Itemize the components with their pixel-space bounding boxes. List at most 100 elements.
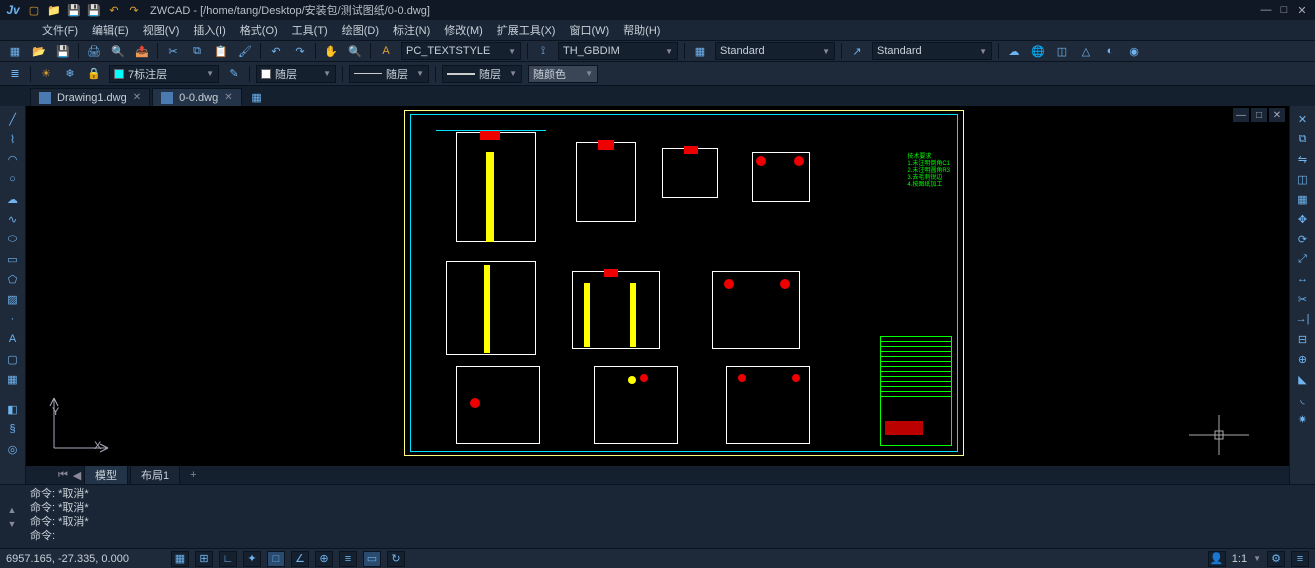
cloud-icon[interactable]: ☁ bbox=[1005, 42, 1023, 60]
rotate-tool-icon[interactable]: ⟳ bbox=[1293, 230, 1313, 248]
lineweight-combo[interactable]: 随层 ▼ bbox=[442, 65, 522, 83]
menu-extend[interactable]: 扩展工具(X) bbox=[491, 20, 562, 40]
arc-tool-icon[interactable]: ◠ bbox=[3, 150, 23, 168]
menu-dimension[interactable]: 标注(N) bbox=[387, 20, 436, 40]
donut-tool-icon[interactable]: ◎ bbox=[3, 440, 23, 458]
menu-window[interactable]: 窗口(W) bbox=[563, 20, 615, 40]
ellipse-tool-icon[interactable]: ⬭ bbox=[3, 230, 23, 248]
helix-tool-icon[interactable]: § bbox=[3, 420, 23, 438]
hatch-tool-icon[interactable]: ▨ bbox=[3, 290, 23, 308]
chevron-down-icon[interactable]: ▼ bbox=[1253, 554, 1261, 563]
erase-tool-icon[interactable]: ✕ bbox=[1293, 110, 1313, 128]
array-tool-icon[interactable]: ▦ bbox=[1293, 190, 1313, 208]
layout-tab-layout1[interactable]: 布局1 bbox=[130, 464, 180, 486]
menu-draw[interactable]: 绘图(D) bbox=[336, 20, 385, 40]
model-toggle-icon[interactable]: ▭ bbox=[363, 551, 381, 567]
doc-tab-0-0[interactable]: 0-0.dwg ✕ bbox=[152, 88, 242, 106]
layer-state-icon[interactable]: ☀ bbox=[37, 65, 55, 83]
annotation-scale-icon[interactable]: 👤 bbox=[1208, 551, 1226, 567]
menu-edit[interactable]: 编辑(E) bbox=[86, 20, 135, 40]
doc-tab-drawing1[interactable]: Drawing1.dwg ✕ bbox=[30, 88, 150, 106]
qat-save-icon[interactable]: 💾 bbox=[66, 2, 82, 18]
open-file-icon[interactable]: 📂 bbox=[30, 42, 48, 60]
layer-combo[interactable]: 7标注层 ▼ bbox=[109, 65, 219, 83]
hide-icon[interactable]: △ bbox=[1077, 42, 1095, 60]
move-tool-icon[interactable]: ✥ bbox=[1293, 210, 1313, 228]
menu-format[interactable]: 格式(O) bbox=[234, 20, 284, 40]
wireframe-icon[interactable]: ◫ bbox=[1053, 42, 1071, 60]
publish-icon[interactable]: 📤 bbox=[133, 42, 151, 60]
layout-tab-model[interactable]: 模型 bbox=[84, 464, 128, 486]
table-tool-icon[interactable]: ▦ bbox=[3, 370, 23, 388]
qat-undo-icon[interactable]: ↶ bbox=[106, 2, 122, 18]
paste-icon[interactable]: 📋 bbox=[212, 42, 230, 60]
minimize-button[interactable]: — bbox=[1257, 2, 1275, 18]
plotstyle-combo[interactable]: 随颜色 ▼ bbox=[528, 65, 598, 83]
menu-insert[interactable]: 插入(I) bbox=[187, 20, 231, 40]
chamfer-tool-icon[interactable]: ◣ bbox=[1293, 370, 1313, 388]
layer-freeze-icon[interactable]: ❄ bbox=[61, 65, 79, 83]
cmd-scroll-up-icon[interactable]: ▲ bbox=[5, 504, 19, 516]
drawing-viewport[interactable]: — □ ✕ bbox=[26, 106, 1289, 466]
tablestyle-combo[interactable]: Standard ▼ bbox=[715, 42, 835, 60]
break-tool-icon[interactable]: ⊟ bbox=[1293, 330, 1313, 348]
join-tool-icon[interactable]: ⊕ bbox=[1293, 350, 1313, 368]
viewport-minimize-icon[interactable]: — bbox=[1233, 108, 1249, 122]
menu-view[interactable]: 视图(V) bbox=[137, 20, 186, 40]
layout-nav-first-icon[interactable]: ⏮ bbox=[56, 468, 70, 482]
polar-toggle-icon[interactable]: ✦ bbox=[243, 551, 261, 567]
shade-icon[interactable]: ◐ bbox=[1101, 42, 1119, 60]
menu-modify[interactable]: 修改(M) bbox=[438, 20, 489, 40]
grid-toggle-icon[interactable]: ▦ bbox=[171, 551, 189, 567]
snap-toggle-icon[interactable]: ⊞ bbox=[195, 551, 213, 567]
textstyle-icon[interactable]: A bbox=[377, 42, 395, 60]
text-tool-icon[interactable]: A bbox=[3, 330, 23, 348]
textstyle-combo[interactable]: PC_TEXTSTYLE ▼ bbox=[401, 42, 521, 60]
mleader-icon[interactable]: ↗ bbox=[848, 42, 866, 60]
polygon-tool-icon[interactable]: ⬠ bbox=[3, 270, 23, 288]
menu-help[interactable]: 帮助(H) bbox=[617, 20, 666, 40]
undo2-icon[interactable]: ↶ bbox=[267, 42, 285, 60]
layer-tool-icon[interactable]: ✎ bbox=[225, 65, 243, 83]
layout-add-button[interactable]: + bbox=[182, 467, 204, 483]
command-window[interactable]: ▲ ▼ 命令: *取消* 命令: *取消* 命令: *取消* 命令: bbox=[0, 484, 1315, 548]
qat-new-icon[interactable]: ▢ bbox=[26, 2, 42, 18]
region-tool-icon[interactable]: ◧ bbox=[3, 400, 23, 418]
new-tab-button[interactable]: ▦ bbox=[248, 88, 266, 106]
spline-tool-icon[interactable]: ∿ bbox=[3, 210, 23, 228]
close-icon[interactable]: ✕ bbox=[133, 92, 141, 103]
block-tool-icon[interactable]: ▢ bbox=[3, 350, 23, 368]
explode-tool-icon[interactable]: ✷ bbox=[1293, 410, 1313, 428]
stretch-tool-icon[interactable]: ↔ bbox=[1293, 270, 1313, 288]
dimstyle-combo[interactable]: TH_GBDIM ▼ bbox=[558, 42, 678, 60]
mirror-tool-icon[interactable]: ⇋ bbox=[1293, 150, 1313, 168]
render-icon[interactable]: ◉ bbox=[1125, 42, 1143, 60]
save-file-icon[interactable]: 💾 bbox=[54, 42, 72, 60]
preview-icon[interactable]: 🔍 bbox=[109, 42, 127, 60]
qat-saveas-icon[interactable]: 💾 bbox=[86, 2, 102, 18]
copy-tool-icon[interactable]: ⧉ bbox=[1293, 130, 1313, 148]
customize-icon[interactable]: ≡ bbox=[1291, 551, 1309, 567]
mleader-combo[interactable]: Standard ▼ bbox=[872, 42, 992, 60]
viewport-maximize-icon[interactable]: □ bbox=[1251, 108, 1267, 122]
menu-tools[interactable]: 工具(T) bbox=[286, 20, 334, 40]
layer-lock-icon[interactable]: 🔒 bbox=[85, 65, 103, 83]
lwt-toggle-icon[interactable]: ≡ bbox=[339, 551, 357, 567]
globe-icon[interactable]: 🌐 bbox=[1029, 42, 1047, 60]
cmd-scroll-down-icon[interactable]: ▼ bbox=[5, 518, 19, 530]
osnap-toggle-icon[interactable]: □ bbox=[267, 551, 285, 567]
scale-tool-icon[interactable]: ⤢ bbox=[1293, 250, 1313, 268]
new-file-icon[interactable]: ▦ bbox=[6, 42, 24, 60]
extend-tool-icon[interactable]: →| bbox=[1293, 310, 1313, 328]
revcloud-tool-icon[interactable]: ☁ bbox=[3, 190, 23, 208]
dimstyle-icon[interactable]: ⟟ bbox=[534, 42, 552, 60]
qat-redo-icon[interactable]: ↷ bbox=[126, 2, 142, 18]
linetype-combo[interactable]: 随层 ▼ bbox=[349, 65, 429, 83]
dyn-toggle-icon[interactable]: ⊕ bbox=[315, 551, 333, 567]
cut-icon[interactable]: ✂ bbox=[164, 42, 182, 60]
ortho-toggle-icon[interactable]: ∟ bbox=[219, 551, 237, 567]
otrack-toggle-icon[interactable]: ∠ bbox=[291, 551, 309, 567]
menu-file[interactable]: 文件(F) bbox=[36, 20, 84, 40]
tablestyle-icon[interactable]: ▦ bbox=[691, 42, 709, 60]
close-button[interactable]: ✕ bbox=[1293, 2, 1311, 18]
